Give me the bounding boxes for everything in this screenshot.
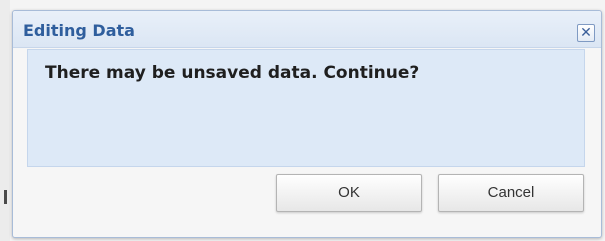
ok-button[interactable]: OK xyxy=(276,174,422,212)
dialog-titlebar: Editing Data ✕ xyxy=(13,11,601,48)
cancel-button[interactable]: Cancel xyxy=(438,174,584,212)
close-button[interactable]: ✕ xyxy=(577,24,595,42)
dialog-title: Editing Data xyxy=(23,21,135,40)
dialog-message: There may be unsaved data. Continue? xyxy=(45,63,420,83)
close-icon: ✕ xyxy=(580,25,592,41)
editing-data-dialog: Editing Data ✕ There may be unsaved data… xyxy=(12,10,602,238)
background-page-mark xyxy=(4,190,7,204)
background-page-edge xyxy=(0,0,10,241)
